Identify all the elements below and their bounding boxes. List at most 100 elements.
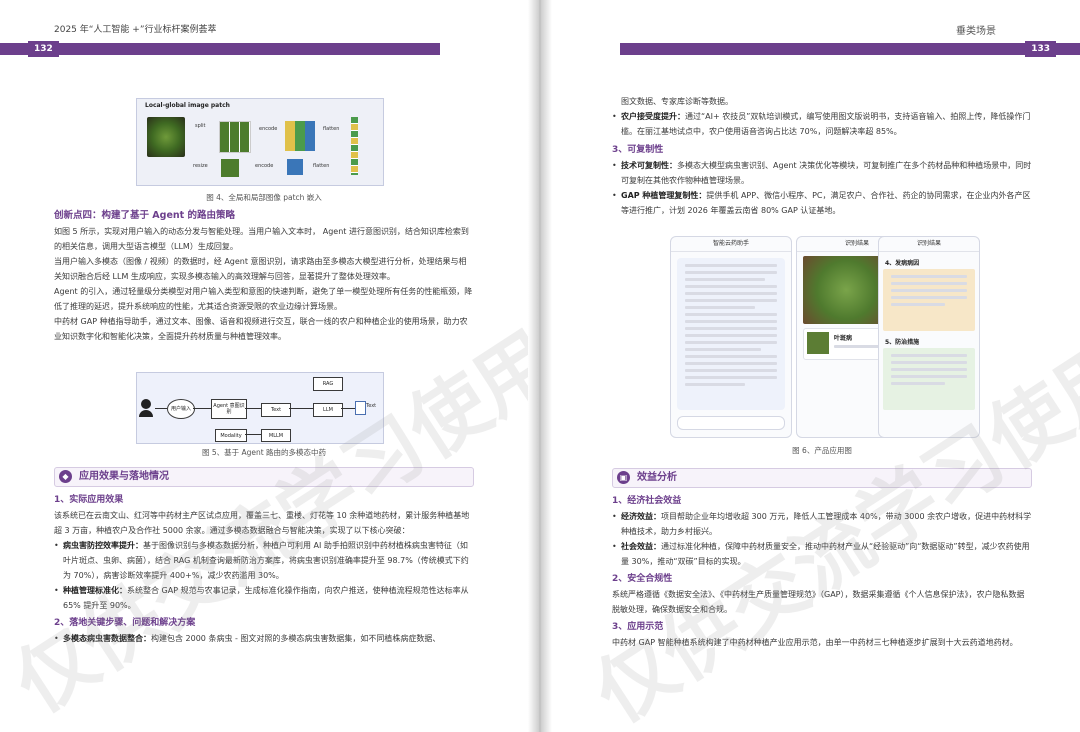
section-benefit-title: 效益分析 (637, 472, 677, 483)
chat-input-box[interactable] (677, 416, 785, 430)
encoded-grid-1 (285, 121, 315, 151)
effect-intro: 该系统已在云南文山、红河等中药材主产区试点应用，覆盖三七、重楼、灯花等 10 余… (54, 511, 470, 535)
flatten-label-2: flatten (313, 163, 330, 169)
arrow-6 (245, 434, 261, 435)
steps-bullet-1-label: 多模态病虫害数据整合： (63, 634, 151, 643)
steps-bullet-1-text: 构建包含 2000 条病虫 - 图文对照的多模态病虫害数据集，如不同植株病症数据… (151, 634, 441, 643)
demo-text: 中药材 GAP 智能种植系统构建了中药材种植产业应用示范，由单一中药材三七种植逐… (612, 638, 1018, 647)
left-page: 2025 年“人工智能 +”行业标杆案例荟萃 132 Local-global … (0, 0, 538, 732)
node-text-output: Text (366, 403, 377, 409)
encode-label-2: encode (255, 163, 274, 169)
figure-5-caption: 图 5、基于 Agent 路由的多模态中药 (201, 448, 327, 457)
node-text: Text (261, 403, 291, 417)
replicability-bullet-2-label: GAP 种植管理复制性： (621, 191, 707, 200)
flatten-label-1: flatten (323, 126, 340, 132)
innovation-4-para-3: Agent 的引入，通过轻量级分类模型对用户输入类型和意图的快速判断，避免了单一… (54, 287, 473, 311)
left-running-header: 2025 年“人工智能 +”行业标杆案例荟萃 (54, 25, 217, 35)
phone-chat-screen: 智能云药助手 (670, 236, 792, 438)
phone-3-title: 识别结果 (879, 237, 979, 252)
innovation-4-title: 创新点四：构建了基于 Agent 的路由策略 (54, 210, 236, 221)
treatment-card (883, 348, 975, 410)
user-body-icon (139, 410, 153, 417)
document-icon (355, 401, 366, 415)
economic-bullet-2: 社会效益：通过标准化种植，保障中药材质量安全，推动中药材产业从“经验驱动”向“数… (612, 539, 1032, 569)
steps-title: 2、落地关键步骤、问题和解决方案 (54, 618, 196, 628)
innovation-4-para-2: 当用户输入多模态（图像 / 视频）的数据时，经 Agent 意图识别，请求路由至… (54, 257, 467, 281)
arrow-5 (341, 408, 355, 409)
phone-1-title: 智能云药助手 (671, 237, 791, 252)
phone-detail-screen: 识别结果 4、发病病因 5、防治措施 (878, 236, 980, 438)
figure-4-inner-title: Local-global image patch (145, 102, 230, 109)
node-llm: LLM (313, 403, 343, 417)
figure-6-caption: 图 6、产品应用图 (792, 446, 852, 455)
effect-title: 1、实际应用效果 (54, 495, 124, 505)
innovation-4-para-1: 如图 5 所示，实现对用户输入的动态分发与智能处理。当用户输入文本时， Agen… (54, 227, 469, 251)
right-page-number: 133 (1025, 41, 1056, 57)
replicability-bullet-1-text: 多模态大模型病虫害识别、Agent 决策优化等模块，可复制推广在多个药材品种和种… (621, 161, 1032, 185)
left-body-bottom: ◆ 应用效果与落地情况 1、实际应用效果 该系统已在云南文山、红河等中药材主产区… (54, 463, 474, 646)
arrow-4 (289, 408, 313, 409)
replicability-bullet-1: 技术可复制性：多模态大模型病虫害识别、Agent 决策优化等模块，可复制推广在多… (612, 158, 1032, 188)
effect-bullet-1: 病虫害防控效率提升：基于图像识别与多模态数据分析，种植户可利用 AI 助手拍照识… (54, 538, 474, 583)
economic-bullet-2-text: 通过标准化种植，保障中药材质量安全，推动中药材产业从“经验驱动”向“数据驱动”转… (621, 542, 1030, 566)
effect-bullet-1-label: 病虫害防控效率提升： (63, 541, 143, 550)
right-body-bottom: ▣ 效益分析 1、经济社会效益 经济效益：项目帮助企业年均增收超 300 万元，… (612, 464, 1032, 650)
effect-bullet-2: 种植管理标准化：系统整合 GAP 规范与农事记录，生成标准化操作指南，向农户推送… (54, 583, 474, 613)
patch-grid-image (219, 121, 251, 153)
right-running-header: 垂类场景 (956, 26, 996, 37)
acceptance-bullet-label: 农户接受度提升： (621, 112, 685, 121)
left-page-number: 132 (28, 41, 59, 57)
continuation-text: 图文数据、专家库诊断等数据。 (621, 97, 733, 106)
security-text: 系统严格遵循《数据安全法》、《中药材生产质量管理规范》（GAP），数据采集遵循《… (612, 590, 1025, 614)
figure-4-caption: 图 4、全局和局部图像 patch 嵌入 (206, 193, 322, 202)
right-page: 垂类场景 133 图文数据、专家库诊断等数据。 农户接受度提升：通过“AI+ 农… (540, 0, 1080, 732)
figure-4: Local-global image patch split encode fl… (136, 98, 384, 186)
node-modality: Modality (215, 429, 247, 442)
right-header-band (620, 43, 1080, 55)
cube-icon: ◆ (59, 470, 72, 483)
steps-bullet-1: 多模态病虫害数据整合：构建包含 2000 条病虫 - 图文对照的多模态病虫害数据… (54, 631, 474, 646)
node-agent: Agent 意图识别 (211, 399, 247, 419)
resized-leaf-image (221, 159, 239, 177)
book-spread: 2025 年“人工智能 +”行业标杆案例荟萃 132 Local-global … (0, 0, 1080, 732)
chat-bubble (677, 258, 785, 410)
arrow-3 (245, 408, 261, 409)
global-leaf-image (147, 117, 185, 157)
economic-bullet-1: 经济效益：项目帮助企业年均增收超 300 万元，降低人工管理成本 40%，带动 … (612, 509, 1032, 539)
section-application: ◆ 应用效果与落地情况 (54, 467, 474, 487)
replicability-bullet-2: GAP 种植管理复制性：提供手机 APP、微信小程序、PC，满足农户、合作社、药… (612, 188, 1032, 218)
cause-card (883, 269, 975, 331)
left-body-top: 创新点四：构建了基于 Agent 的路由策略 如图 5 所示，实现对用户输入的动… (54, 208, 474, 344)
user-icon (141, 399, 151, 409)
resize-label: resize (193, 163, 208, 169)
demo-title: 3、应用示范 (612, 622, 664, 632)
figure-5: 用户输入 Agent 意图识别 Text RAG LLM Modality ML… (136, 372, 384, 444)
acceptance-bullet: 农户接受度提升：通过“AI+ 农技员”双轨培训模式，编写使用图文版说明书，支持语… (612, 109, 1032, 139)
innovation-4-para-4: 中药材 GAP 种植指导助手，通过文本、图像、语音和视频进行交互，联合一线的农户… (54, 317, 468, 341)
treatment-section-title: 5、防治措施 (885, 339, 920, 346)
arrow-2 (193, 408, 211, 409)
result-thumb (807, 332, 829, 354)
economic-bullet-1-text: 项目帮助企业年均增收超 300 万元，降低人工管理成本 40%，带动 3000 … (621, 512, 1032, 536)
node-rag: RAG (313, 377, 343, 391)
encoded-block-2 (287, 159, 303, 175)
economic-bullet-2-label: 社会效益： (621, 542, 661, 551)
left-header-band (0, 43, 440, 55)
economic-bullet-1-label: 经济效益： (621, 512, 661, 521)
replicability-bullet-1-label: 技术可复制性： (621, 161, 677, 170)
encode-label-1: encode (259, 126, 278, 132)
flatten-column (351, 117, 358, 175)
book-gutter (528, 0, 552, 732)
arrow-1 (155, 408, 167, 409)
security-title: 2、安全合规性 (612, 574, 673, 584)
replicability-title: 3、可复制性 (612, 145, 664, 155)
node-mllm: MLLM (261, 429, 291, 442)
section-benefit: ▣ 效益分析 (612, 468, 1032, 488)
chart-icon: ▣ (617, 471, 630, 484)
cause-section-title: 4、发病病因 (885, 260, 920, 267)
section-application-title: 应用效果与落地情况 (79, 471, 169, 482)
economic-title: 1、经济社会效益 (612, 496, 682, 506)
node-user-input: 用户输入 (167, 399, 195, 419)
effect-bullet-2-label: 种植管理标准化： (63, 586, 127, 595)
right-body-top: 图文数据、专家库诊断等数据。 农户接受度提升：通过“AI+ 农技员”双轨培训模式… (612, 94, 1032, 218)
